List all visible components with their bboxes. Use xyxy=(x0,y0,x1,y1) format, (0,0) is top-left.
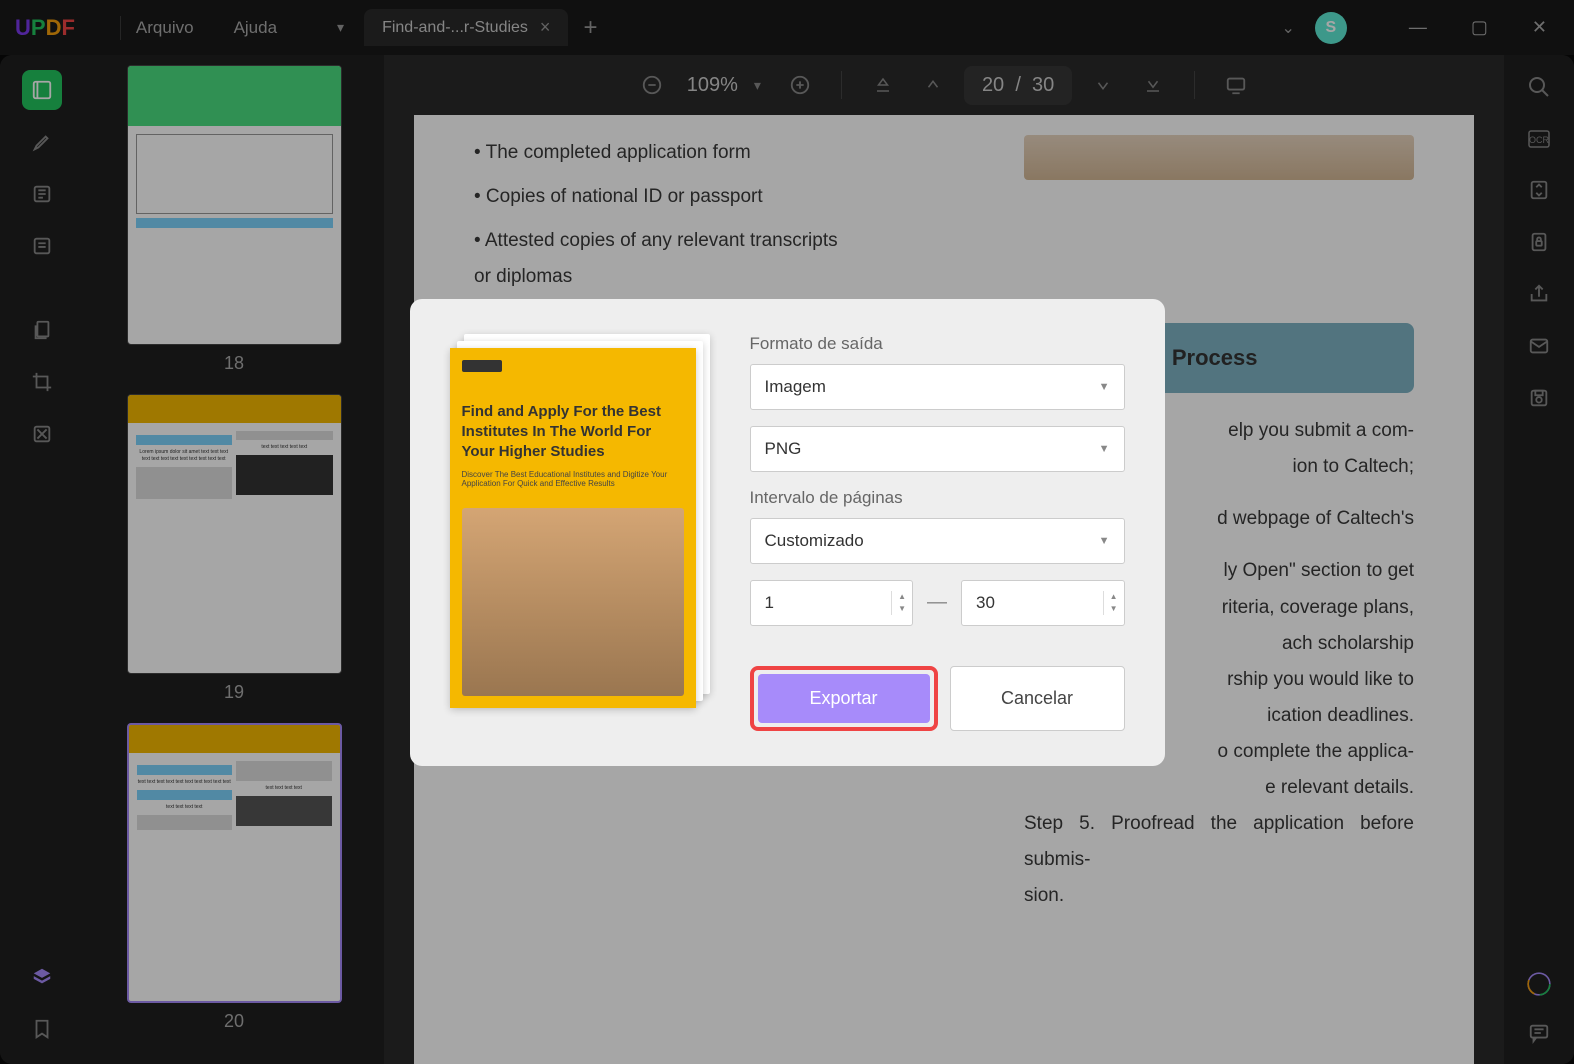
output-format-label: Formato de saída xyxy=(750,334,1125,354)
cancel-button[interactable]: Cancelar xyxy=(950,666,1125,731)
file-type-select[interactable]: PNG▼ xyxy=(750,426,1125,472)
export-button[interactable]: Exportar xyxy=(758,674,930,723)
export-highlight: Exportar xyxy=(750,666,938,731)
spinner-down-icon[interactable]: ▼ xyxy=(892,603,912,615)
range-from-field[interactable] xyxy=(751,593,892,613)
range-from-input[interactable]: ▲▼ xyxy=(750,580,914,626)
range-dash: — xyxy=(927,591,947,614)
preview-subtitle: Discover The Best Educational Institutes… xyxy=(462,470,684,488)
modal-overlay: Find and Apply For the Best Institutes I… xyxy=(0,0,1574,1064)
chevron-down-icon: ▼ xyxy=(1099,443,1110,455)
export-dialog: Find and Apply For the Best Institutes I… xyxy=(410,299,1165,766)
export-preview: Find and Apply For the Best Institutes I… xyxy=(450,334,710,709)
chevron-down-icon: ▼ xyxy=(1099,535,1110,547)
preview-title: Find and Apply For the Best Institutes I… xyxy=(462,402,684,463)
page-range-mode-select[interactable]: Customizado▼ xyxy=(750,518,1125,564)
page-range-label: Intervalo de páginas xyxy=(750,488,1125,508)
range-to-input[interactable]: ▲▼ xyxy=(961,580,1125,626)
spinner-up-icon[interactable]: ▲ xyxy=(892,591,912,603)
output-format-select[interactable]: Imagem▼ xyxy=(750,364,1125,410)
spinner-up-icon[interactable]: ▲ xyxy=(1104,591,1124,603)
range-to-field[interactable] xyxy=(962,593,1103,613)
spinner-down-icon[interactable]: ▼ xyxy=(1104,603,1124,615)
chevron-down-icon: ▼ xyxy=(1099,381,1110,393)
